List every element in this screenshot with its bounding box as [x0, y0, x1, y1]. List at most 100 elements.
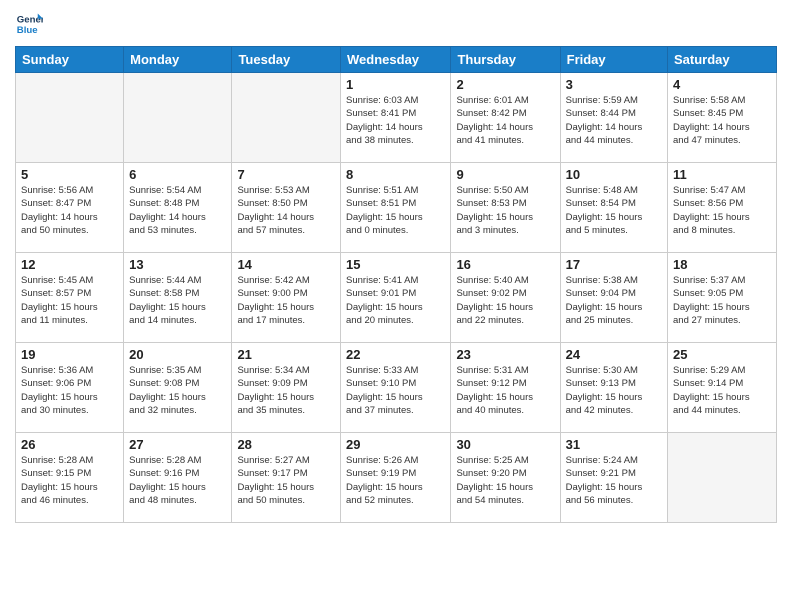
day-number: 26	[21, 437, 118, 452]
day-info: Sunrise: 5:33 AMSunset: 9:10 PMDaylight:…	[346, 364, 445, 417]
calendar-cell: 4Sunrise: 5:58 AMSunset: 8:45 PMDaylight…	[668, 73, 777, 163]
day-info: Sunrise: 5:40 AMSunset: 9:02 PMDaylight:…	[456, 274, 554, 327]
weekday-header: Saturday	[668, 47, 777, 73]
weekday-header: Friday	[560, 47, 667, 73]
day-number: 27	[129, 437, 226, 452]
day-number: 9	[456, 167, 554, 182]
calendar-cell: 24 Sunrise: 5:30 AMSunset: 9:13 PMDayligh…	[560, 343, 667, 433]
day-number: 29	[346, 437, 445, 452]
day-number: 14	[237, 257, 335, 272]
day-number: 13	[129, 257, 226, 272]
day-info: Sunrise: 5:50 AMSunset: 8:53 PMDaylight:…	[456, 184, 554, 237]
calendar-cell: 10 Sunrise: 5:48 AMSunset: 8:54 PMDayligh…	[560, 163, 667, 253]
calendar-cell: 7 Sunrise: 5:53 AMSunset: 8:50 PMDaylight…	[232, 163, 341, 253]
calendar-page: General Blue SundayMondayTuesdayWednesda…	[0, 0, 792, 538]
calendar-cell: 17Sunrise: 5:38 AMSunset: 9:04 PMDayligh…	[560, 253, 667, 343]
calendar-cell	[232, 73, 341, 163]
day-number: 30	[456, 437, 554, 452]
calendar-cell: 26 Sunrise: 5:28 AMSunset: 9:15 PMDayligh…	[16, 433, 124, 523]
calendar-cell: 19Sunrise: 5:36 AMSunset: 9:06 PMDayligh…	[16, 343, 124, 433]
weekday-header: Monday	[124, 47, 232, 73]
calendar-cell: 28Sunrise: 5:27 AMSunset: 9:17 PMDayligh…	[232, 433, 341, 523]
day-info: Sunrise: 5:47 AMSunset: 8:56 PMDaylight:…	[673, 184, 771, 237]
day-info: Sunrise: 5:28 AMSunset: 9:16 PMDaylight:…	[129, 454, 226, 507]
day-info: Sunrise: 5:53 AMSunset: 8:50 PMDaylight:…	[237, 184, 335, 237]
day-number: 2	[456, 77, 554, 92]
day-number: 22	[346, 347, 445, 362]
day-number: 11	[673, 167, 771, 182]
day-number: 12	[21, 257, 118, 272]
calendar-table: SundayMondayTuesdayWednesdayThursdayFrid…	[15, 46, 777, 523]
day-info: Sunrise: 5:35 AMSunset: 9:08 PMDaylight:…	[129, 364, 226, 417]
day-number: 5	[21, 167, 118, 182]
day-info: Sunrise: 5:58 AMSunset: 8:45 PMDaylight:…	[673, 94, 771, 147]
day-number: 15	[346, 257, 445, 272]
calendar-cell	[16, 73, 124, 163]
day-info: Sunrise: 5:37 AMSunset: 9:05 PMDaylight:…	[673, 274, 771, 327]
week-row: 12 Sunrise: 5:45 AMSunset: 8:57 PMDayligh…	[16, 253, 777, 343]
calendar-cell: 18 Sunrise: 5:37 AMSunset: 9:05 PMDayligh…	[668, 253, 777, 343]
day-info: Sunrise: 6:01 AMSunset: 8:42 PMDaylight:…	[456, 94, 554, 147]
day-info: Sunrise: 5:54 AMSunset: 8:48 PMDaylight:…	[129, 184, 226, 237]
weekday-header: Tuesday	[232, 47, 341, 73]
week-row: 1 Sunrise: 6:03 AMSunset: 8:41 PMDaylight…	[16, 73, 777, 163]
day-number: 16	[456, 257, 554, 272]
day-info: Sunrise: 5:44 AMSunset: 8:58 PMDaylight:…	[129, 274, 226, 327]
day-info: Sunrise: 5:30 AMSunset: 9:13 PMDaylight:…	[566, 364, 662, 417]
day-number: 24	[566, 347, 662, 362]
day-info: Sunrise: 5:51 AMSunset: 8:51 PMDaylight:…	[346, 184, 445, 237]
day-info: Sunrise: 5:26 AMSunset: 9:19 PMDaylight:…	[346, 454, 445, 507]
calendar-cell	[668, 433, 777, 523]
day-info: Sunrise: 5:34 AMSunset: 9:09 PMDaylight:…	[237, 364, 335, 417]
calendar-cell	[124, 73, 232, 163]
day-info: Sunrise: 6:03 AMSunset: 8:41 PMDaylight:…	[346, 94, 445, 147]
calendar-cell: 29 Sunrise: 5:26 AMSunset: 9:19 PMDayligh…	[341, 433, 451, 523]
calendar-cell: 22 Sunrise: 5:33 AMSunset: 9:10 PMDayligh…	[341, 343, 451, 433]
day-info: Sunrise: 5:29 AMSunset: 9:14 PMDaylight:…	[673, 364, 771, 417]
calendar-cell: 16 Sunrise: 5:40 AMSunset: 9:02 PMDayligh…	[451, 253, 560, 343]
day-info: Sunrise: 5:42 AMSunset: 9:00 PMDaylight:…	[237, 274, 335, 327]
day-info: Sunrise: 5:41 AMSunset: 9:01 PMDaylight:…	[346, 274, 445, 327]
logo-icon: General Blue	[15, 10, 43, 38]
day-number: 25	[673, 347, 771, 362]
day-number: 28	[237, 437, 335, 452]
weekday-header: Sunday	[16, 47, 124, 73]
calendar-header-row: SundayMondayTuesdayWednesdayThursdayFrid…	[16, 47, 777, 73]
calendar-cell: 31 Sunrise: 5:24 AMSunset: 9:21 PMDayligh…	[560, 433, 667, 523]
calendar-cell: 25 Sunrise: 5:29 AMSunset: 9:14 PMDayligh…	[668, 343, 777, 433]
day-number: 7	[237, 167, 335, 182]
calendar-cell: 6 Sunrise: 5:54 AMSunset: 8:48 PMDaylight…	[124, 163, 232, 253]
calendar-cell: 27 Sunrise: 5:28 AMSunset: 9:16 PMDayligh…	[124, 433, 232, 523]
day-info: Sunrise: 5:59 AMSunset: 8:44 PMDaylight:…	[566, 94, 662, 147]
day-info: Sunrise: 5:38 AMSunset: 9:04 PMDaylight:…	[566, 274, 662, 327]
calendar-cell: 23Sunrise: 5:31 AMSunset: 9:12 PMDayligh…	[451, 343, 560, 433]
day-info: Sunrise: 5:25 AMSunset: 9:20 PMDaylight:…	[456, 454, 554, 507]
calendar-cell: 5 Sunrise: 5:56 AMSunset: 8:47 PMDaylight…	[16, 163, 124, 253]
day-info: Sunrise: 5:45 AMSunset: 8:57 PMDaylight:…	[21, 274, 118, 327]
day-number: 18	[673, 257, 771, 272]
day-number: 6	[129, 167, 226, 182]
calendar-cell: 11 Sunrise: 5:47 AMSunset: 8:56 PMDayligh…	[668, 163, 777, 253]
day-number: 19	[21, 347, 118, 362]
day-info: Sunrise: 5:24 AMSunset: 9:21 PMDaylight:…	[566, 454, 662, 507]
weekday-header: Wednesday	[341, 47, 451, 73]
day-number: 1	[346, 77, 445, 92]
calendar-cell: 14 Sunrise: 5:42 AMSunset: 9:00 PMDayligh…	[232, 253, 341, 343]
weekday-header: Thursday	[451, 47, 560, 73]
calendar-cell: 3Sunrise: 5:59 AMSunset: 8:44 PMDaylight…	[560, 73, 667, 163]
day-number: 23	[456, 347, 554, 362]
header: General Blue	[15, 10, 777, 38]
day-number: 31	[566, 437, 662, 452]
day-info: Sunrise: 5:56 AMSunset: 8:47 PMDaylight:…	[21, 184, 118, 237]
calendar-cell: 30 Sunrise: 5:25 AMSunset: 9:20 PMDayligh…	[451, 433, 560, 523]
logo: General Blue	[15, 10, 47, 38]
calendar-cell: 12 Sunrise: 5:45 AMSunset: 8:57 PMDayligh…	[16, 253, 124, 343]
day-number: 10	[566, 167, 662, 182]
day-info: Sunrise: 5:48 AMSunset: 8:54 PMDaylight:…	[566, 184, 662, 237]
day-info: Sunrise: 5:28 AMSunset: 9:15 PMDaylight:…	[21, 454, 118, 507]
day-number: 21	[237, 347, 335, 362]
calendar-cell: 9 Sunrise: 5:50 AMSunset: 8:53 PMDaylight…	[451, 163, 560, 253]
day-number: 20	[129, 347, 226, 362]
calendar-cell: 1 Sunrise: 6:03 AMSunset: 8:41 PMDaylight…	[341, 73, 451, 163]
calendar-cell: 21 Sunrise: 5:34 AMSunset: 9:09 PMDayligh…	[232, 343, 341, 433]
